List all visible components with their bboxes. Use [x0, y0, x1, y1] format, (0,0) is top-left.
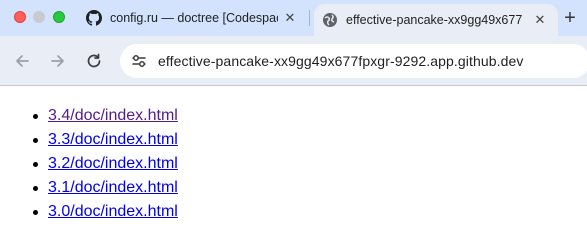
window-minimize-button[interactable] — [33, 11, 45, 23]
site-settings-icon[interactable] — [130, 52, 148, 70]
doc-link-3-0[interactable]: 3.0/doc/index.html — [48, 203, 178, 220]
tab-divider — [309, 10, 310, 26]
page-content: 3.4/doc/index.html 3.3/doc/index.html 3.… — [0, 86, 587, 248]
globe-icon — [322, 12, 338, 28]
list-item: 3.4/doc/index.html — [30, 104, 178, 128]
list-item: 3.2/doc/index.html — [30, 152, 178, 176]
window-close-button[interactable] — [14, 11, 26, 23]
tab-effective-pancake[interactable]: effective-pancake-xx9gg49x677 ✕ — [314, 4, 558, 36]
window-maximize-button[interactable] — [53, 11, 65, 23]
browser-toolbar: effective-pancake-xx9gg49x677fpxgr-9292.… — [0, 36, 587, 86]
new-tab-button[interactable]: + — [560, 7, 580, 29]
url-text[interactable]: effective-pancake-xx9gg49x677fpxgr-9292.… — [158, 53, 524, 69]
tab-title: effective-pancake-xx9gg49x677 — [346, 13, 523, 27]
address-bar[interactable]: effective-pancake-xx9gg49x677fpxgr-9292.… — [120, 44, 587, 78]
list-item: 3.0/doc/index.html — [30, 200, 178, 224]
forward-arrow-icon[interactable] — [49, 52, 67, 70]
doc-link-3-2[interactable]: 3.2/doc/index.html — [48, 155, 178, 172]
tab-codespaces[interactable]: config.ru — doctree [Codespaces ✕ — [78, 0, 308, 36]
github-icon — [86, 10, 102, 26]
tab-strip: config.ru — doctree [Codespaces ✕ effect… — [0, 0, 587, 36]
doc-link-3-4[interactable]: 3.4/doc/index.html — [48, 107, 178, 124]
tab-close-icon[interactable]: ✕ — [532, 12, 548, 28]
link-list: 3.4/doc/index.html 3.3/doc/index.html 3.… — [30, 104, 178, 224]
doc-link-3-1[interactable]: 3.1/doc/index.html — [48, 179, 178, 196]
doc-link-3-3[interactable]: 3.3/doc/index.html — [48, 131, 178, 148]
tab-title: config.ru — doctree [Codespaces — [110, 11, 278, 25]
back-arrow-icon[interactable] — [13, 52, 31, 70]
list-item: 3.3/doc/index.html — [30, 128, 178, 152]
tab-close-icon[interactable]: ✕ — [282, 10, 298, 26]
reload-icon[interactable] — [85, 52, 103, 70]
list-item: 3.1/doc/index.html — [30, 176, 178, 200]
